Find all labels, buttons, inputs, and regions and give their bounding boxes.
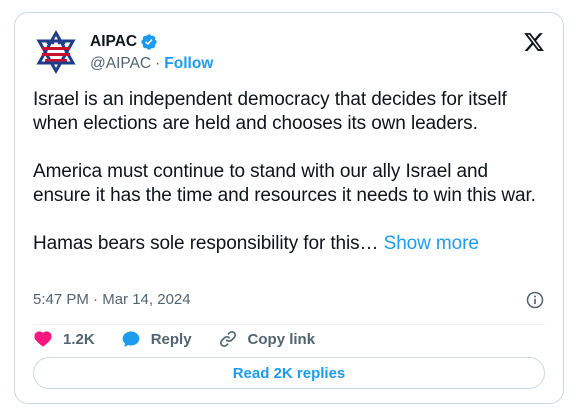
tweet-card: AIPAC @AIPAC · Follow Israel is an indepen…: [14, 12, 564, 404]
handle[interactable]: @AIPAC: [90, 55, 151, 72]
heart-icon: [34, 331, 52, 347]
meta-separator: ·: [93, 291, 99, 308]
tweet-paragraph-text: Hamas bears sole responsibility for this…: [33, 233, 379, 254]
link-icon: [219, 330, 236, 348]
tweet-paragraph: America must continue to stand with our …: [33, 161, 536, 206]
tweet-time[interactable]: 5:47 PM: [33, 291, 89, 308]
action-bar: 1.2K Reply Copy link: [33, 328, 341, 350]
x-logo-icon[interactable]: [523, 31, 545, 53]
show-more-link[interactable]: Show more: [384, 233, 479, 254]
handle-separator: ·: [155, 55, 161, 72]
tweet-paragraph-last: Hamas bears sole responsibility for this…: [33, 232, 548, 256]
tweet-meta: 5:47 PM · Mar 14, 2024: [33, 289, 545, 311]
aipac-logo-icon[interactable]: [33, 29, 79, 75]
info-icon[interactable]: [525, 290, 545, 310]
display-name[interactable]: AIPAC: [90, 33, 137, 51]
tweet-date[interactable]: Mar 14, 2024: [102, 291, 190, 308]
copy-link-label: Copy link: [247, 330, 316, 348]
reply-button[interactable]: Reply: [121, 329, 192, 349]
user-info: AIPAC @AIPAC · Follow: [90, 31, 213, 75]
name-row: AIPAC: [90, 31, 213, 53]
divider: [33, 324, 545, 325]
tweet-paragraph: Israel is an independent democracy that …: [33, 89, 507, 134]
copy-link-button[interactable]: Copy link: [218, 329, 316, 349]
reply-bubble-icon: [122, 331, 140, 347]
like-button[interactable]: 1.2K: [33, 329, 95, 349]
read-replies-button[interactable]: Read 2K replies: [33, 357, 545, 389]
tweet-text: Israel is an independent democracy that …: [33, 88, 548, 256]
handle-row: @AIPAC · Follow: [90, 53, 213, 75]
verified-badge-icon: [141, 34, 157, 50]
like-count: 1.2K: [63, 330, 95, 348]
reply-label: Reply: [150, 330, 192, 348]
tweet-header: AIPAC @AIPAC · Follow: [33, 29, 545, 77]
follow-link[interactable]: Follow: [164, 55, 213, 72]
